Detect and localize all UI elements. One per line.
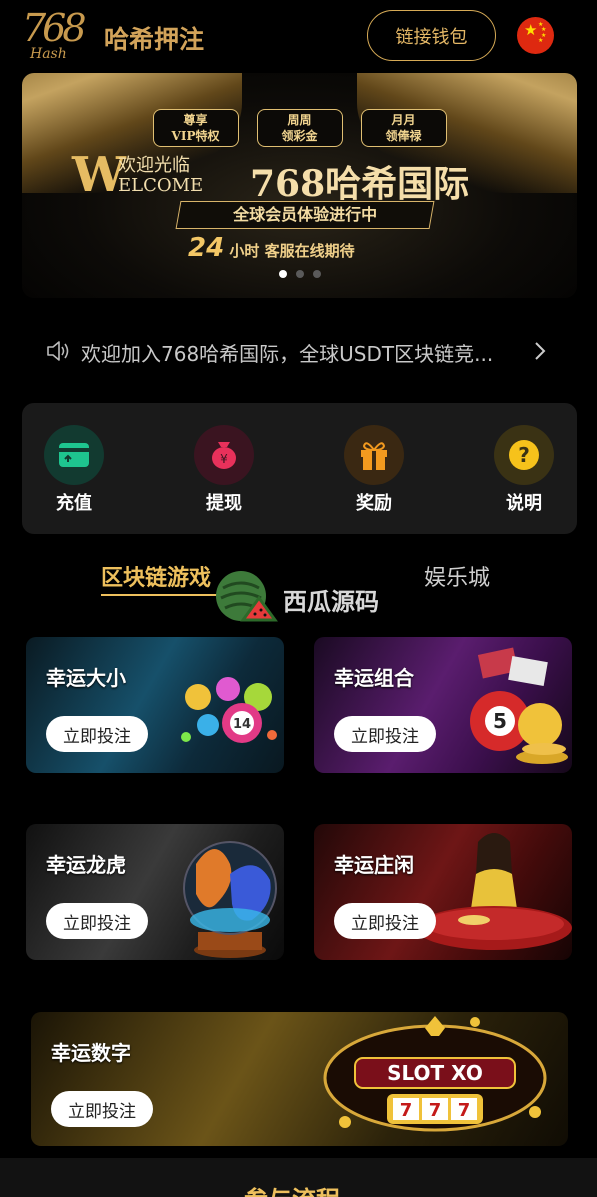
action-label: 充值 [56, 493, 92, 514]
action-deposit[interactable]: 充值 [34, 425, 114, 515]
bet-now-button[interactable]: 立即投注 [46, 716, 148, 752]
game-card[interactable]: 5 幸运组合 立即投注 [314, 637, 572, 773]
carousel-dot[interactable] [278, 270, 287, 278]
svg-text:¥: ¥ [220, 452, 228, 466]
game-name: 幸运龙虎 [46, 853, 126, 877]
banner-badges: 尊享 VIP特权 周周 领彩金 月月 领俸禄 [22, 109, 577, 147]
action-label: 奖励 [356, 493, 392, 514]
slot-machine-icon: SLOT XO 7 7 7 [323, 1016, 547, 1132]
action-reward[interactable]: 奖励 [334, 425, 414, 515]
welcome-cn: 欢迎光临 [118, 155, 190, 176]
header: 768 Hash 哈希押注 链接钱包 ★ ★ ★ ★ ★ [0, 0, 597, 72]
svg-text:SLOT XO: SLOT XO [387, 1061, 483, 1085]
money-bag-icon: ¥ [194, 425, 254, 485]
process-title: 参与流程 [244, 1180, 340, 1197]
bet-now-button[interactable]: 立即投注 [334, 716, 436, 752]
bet-now-button[interactable]: 立即投注 [51, 1091, 153, 1127]
cn-flag-icon[interactable]: ★ ★ ★ ★ ★ [517, 17, 554, 54]
svg-text:?: ? [518, 443, 530, 467]
carousel-dots [22, 270, 577, 278]
connect-wallet-button[interactable]: 链接钱包 [367, 10, 496, 61]
carousel-dot[interactable] [295, 270, 304, 278]
banner-slogan: 全球会员体验进行中 [175, 201, 435, 229]
game-card[interactable]: 幸运龙虎 立即投注 [26, 824, 284, 960]
game-name: 幸运数字 [51, 1041, 131, 1065]
wallet-icon [44, 425, 104, 485]
badge-monthly: 月月 领俸禄 [360, 109, 447, 147]
svg-text:7: 7 [429, 1100, 442, 1121]
brand-name: 哈希押注 [104, 25, 205, 54]
speaker-icon [47, 341, 69, 361]
logo[interactable]: 768 Hash [22, 6, 92, 62]
svg-text:14: 14 [233, 717, 251, 732]
dragon-tiger-icon [183, 841, 277, 958]
game-card[interactable]: 幸运庄闲 立即投注 [314, 824, 572, 960]
notice-text: 欢迎加入768哈希国际，全球USDT区块链竞... [81, 342, 494, 366]
carousel-dot[interactable] [312, 270, 321, 278]
logo-sub: Hash [30, 46, 67, 62]
notice-bar[interactable]: 欢迎加入768哈希国际，全球USDT区块链竞... [22, 328, 577, 374]
dealer-table-icon [416, 833, 572, 950]
gift-icon [344, 425, 404, 485]
badge-weekly: 周周 领彩金 [256, 109, 343, 147]
chevron-right-icon[interactable] [534, 341, 546, 361]
game-card[interactable]: SLOT XO 7 7 7 幸运数字 立即投注 [31, 1012, 568, 1146]
action-withdraw[interactable]: ¥ 提现 [184, 425, 264, 515]
action-help[interactable]: ? 说明 [484, 425, 564, 515]
watermelon-icon [216, 571, 278, 622]
svg-text:7: 7 [458, 1100, 471, 1121]
game-name: 幸运庄闲 [334, 853, 414, 877]
lottery-balls-icon: 14 [181, 677, 277, 743]
promo-banner[interactable]: 尊享 VIP特权 周周 领彩金 月月 领俸禄 W 欢迎光临 ELCOME 768哈希国… [22, 73, 577, 298]
bet-now-button[interactable]: 立即投注 [334, 903, 436, 939]
svg-text:7: 7 [400, 1100, 413, 1121]
action-label: 提现 [206, 493, 242, 514]
bet-now-button[interactable]: 立即投注 [46, 903, 148, 939]
tab-blockchain-games[interactable]: 区块链游戏 [101, 560, 211, 592]
lottery-ball-icon: 5 [470, 647, 568, 764]
action-label: 说明 [506, 493, 542, 514]
watermark: 西瓜源码 [215, 568, 395, 628]
service-hours: 24 小时 客服在线期待 [188, 233, 355, 263]
svg-text:5: 5 [493, 709, 507, 733]
watermark-text: 西瓜源码 [283, 588, 379, 616]
welcome-title: 768哈希国际 [250, 163, 470, 205]
welcome-heading: W 欢迎光临 ELCOME 768哈希国际 [72, 147, 532, 205]
game-name: 幸运组合 [334, 666, 414, 690]
logo-number: 768 [22, 6, 87, 50]
game-card[interactable]: 14 幸运大小 立即投注 [26, 637, 284, 773]
question-icon: ? [494, 425, 554, 485]
quick-actions: 充值 ¥ 提现 奖励 ? 说明 [22, 403, 577, 534]
badge-vip: 尊享 VIP特权 [152, 109, 239, 147]
welcome-en: ELCOME [118, 175, 204, 196]
game-name: 幸运大小 [46, 666, 126, 690]
tab-casino[interactable]: 娱乐城 [424, 560, 490, 592]
tab-active-indicator [101, 594, 221, 596]
